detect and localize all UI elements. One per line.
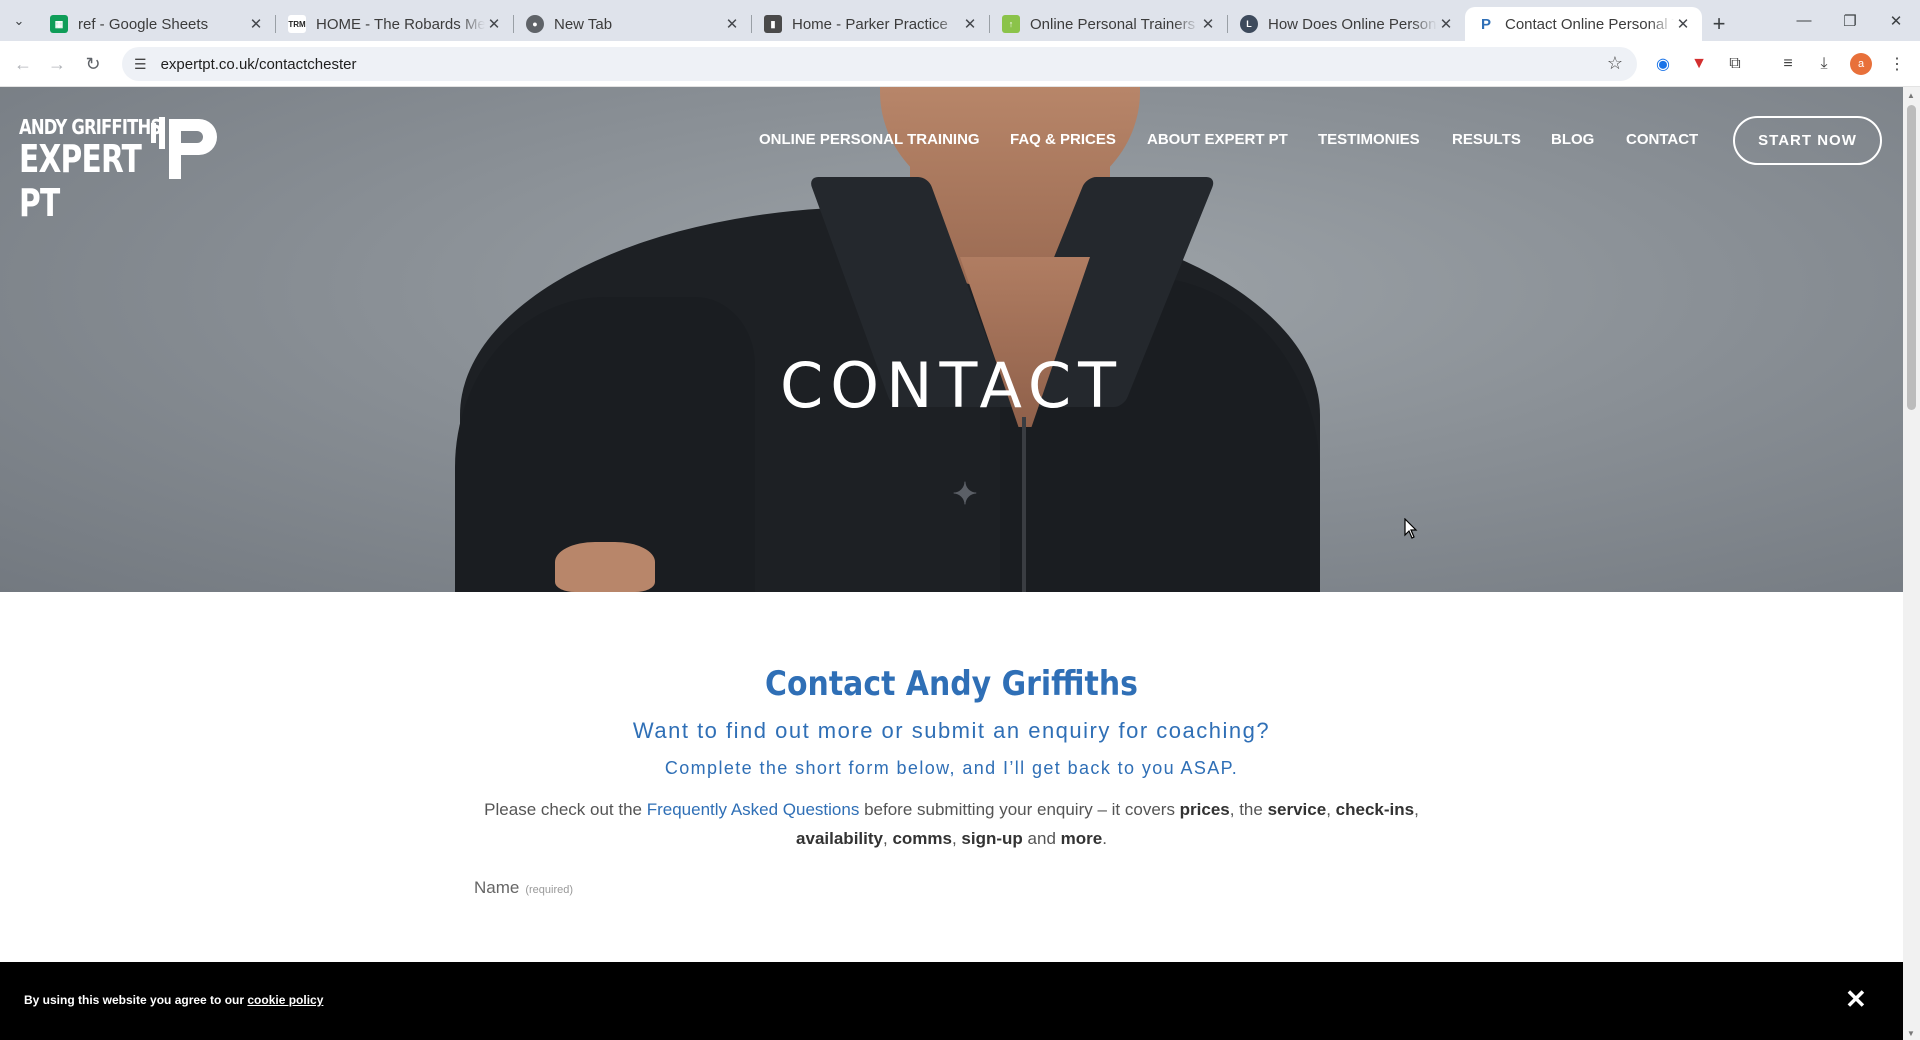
contact-subheading: Want to find out more or submit an enqui…: [632, 718, 1271, 743]
required-note: (required): [525, 884, 574, 896]
nav-testimonies[interactable]: TESTIMONIES: [1318, 131, 1420, 148]
hero-photo-zip: [1022, 417, 1026, 592]
fitness-icon: ↑: [1002, 15, 1020, 33]
tab-close-icon[interactable]: ✕: [1199, 15, 1217, 33]
nav-about-expert-pt[interactable]: ABOUT EXPERT PT: [1147, 131, 1288, 148]
media-control-icon[interactable]: ≡: [1777, 53, 1799, 75]
browser-tab-fitness[interactable]: ↑ Online Personal Trainers - Fitne ✕: [990, 7, 1227, 41]
forward-arrow-icon[interactable]: →: [42, 49, 72, 79]
name-field-label: Name (required): [474, 878, 573, 898]
body-text-segment: .: [1102, 829, 1107, 848]
cookie-close-icon[interactable]: ✕: [1845, 984, 1867, 1015]
hero-photo-hand: [555, 542, 655, 592]
cookie-message: By using this website you agree to our c…: [24, 993, 323, 1007]
tab-close-icon[interactable]: ✕: [1437, 15, 1455, 33]
tab-title: ref - Google Sheets: [78, 15, 209, 33]
body-text-segment: Please check out the: [484, 800, 647, 819]
minimize-icon[interactable]: —: [1781, 0, 1827, 41]
tab-close-icon[interactable]: ✕: [247, 15, 265, 33]
bookmark-star-icon[interactable]: ☆: [1607, 53, 1623, 74]
body-text-segment: before submitting your enquiry – it cove…: [859, 800, 1180, 819]
browser-tab-newtab[interactable]: ● New Tab ✕: [514, 7, 751, 41]
back-arrow-icon[interactable]: ←: [8, 49, 38, 79]
nav-contact[interactable]: CONTACT: [1626, 131, 1698, 148]
cookie-banner: By using this website you agree to our c…: [0, 962, 1903, 1040]
tab-title: How Does Online Personal Trai: [1268, 15, 1437, 33]
address-bar[interactable]: ☰ expertpt.co.uk/contactchester ☆: [122, 47, 1637, 81]
l-icon: L: [1240, 15, 1258, 33]
keyword-more: more: [1060, 829, 1103, 848]
trm-icon: TRM: [288, 15, 306, 33]
parker-icon: ▮: [764, 15, 782, 33]
cookie-message-text: By using this website you agree to our: [24, 993, 248, 1007]
hero-banner: ✦ ANDY GRIFFITHS EXPERT PT ONLINE PERSON…: [0, 87, 1903, 592]
name-label-text: Name: [474, 878, 520, 897]
site-logo[interactable]: ANDY GRIFFITHS EXPERT PT: [19, 109, 225, 225]
tab-close-icon[interactable]: ✕: [485, 15, 503, 33]
keyword-sign-up: sign-up: [961, 829, 1023, 848]
keyword-prices: prices: [1179, 800, 1230, 819]
tab-title: HOME - The Robards Method: [316, 15, 485, 33]
cookie-policy-link[interactable]: cookie policy: [247, 993, 323, 1007]
keyword-availability: availability: [796, 829, 883, 848]
download-icon[interactable]: ⤓: [1813, 53, 1835, 75]
web-page: ✦ ANDY GRIFFITHS EXPERT PT ONLINE PERSON…: [0, 87, 1903, 1040]
extension-globe-icon[interactable]: ◉: [1652, 53, 1674, 75]
browser-tab-howdoes[interactable]: L How Does Online Personal Trai ✕: [1228, 7, 1465, 41]
logo-dumbbell-mark-icon: [151, 117, 217, 179]
nav-blog[interactable]: BLOG: [1551, 131, 1594, 148]
browser-tab-contact-active[interactable]: P Contact Online Personal Traine ✕: [1465, 7, 1702, 41]
mouse-cursor-icon: [1404, 518, 1418, 539]
menu-kebab-icon[interactable]: ⋮: [1886, 53, 1908, 75]
body-text-segment: , the: [1229, 800, 1268, 819]
nav-results[interactable]: RESULTS: [1452, 131, 1521, 148]
start-now-button[interactable]: START NOW: [1733, 116, 1882, 165]
browser-tab-robards[interactable]: TRM HOME - The Robards Method ✕: [276, 7, 513, 41]
shield-extension-icon[interactable]: ▼: [1688, 53, 1710, 75]
tab-close-icon[interactable]: ✕: [723, 15, 741, 33]
new-tab-plus-icon[interactable]: +: [1702, 7, 1736, 41]
contact-heading: Contact Andy Griffiths: [765, 664, 1138, 704]
scroll-down-arrow-icon[interactable]: ▼: [1907, 1029, 1915, 1038]
body-text-segment: and: [1022, 829, 1061, 848]
tab-search-chevron-icon[interactable]: ⌄: [0, 0, 38, 41]
page-scrollbar[interactable]: ▲ ▼: [1903, 87, 1920, 1040]
contact-instruction: Complete the short form below, and I’ll …: [664, 758, 1239, 778]
body-text-segment: ,: [1326, 800, 1336, 819]
extensions-puzzle-icon[interactable]: ⧉: [1724, 53, 1746, 75]
keyword-check-ins: check-ins: [1335, 800, 1415, 819]
sheets-icon: ▦: [50, 15, 68, 33]
browser-tab-strip: ⌄ ▦ ref - Google Sheets ✕ TRM HOME - The…: [0, 0, 1920, 41]
tab-title: Home - Parker Practice: [792, 15, 948, 33]
reload-icon[interactable]: ↻: [78, 49, 108, 79]
contact-body-text: Please check out the Frequently Asked Qu…: [480, 795, 1423, 853]
p-icon: P: [1480, 15, 1491, 33]
hero-title: CONTACT: [779, 349, 1123, 422]
keyword-service: service: [1267, 800, 1327, 819]
chrome-icon: ●: [526, 15, 544, 33]
tab-close-icon[interactable]: ✕: [1674, 15, 1692, 33]
tab-title: Online Personal Trainers - Fitne: [1030, 15, 1199, 33]
scroll-up-arrow-icon[interactable]: ▲: [1907, 91, 1915, 100]
restore-icon[interactable]: ❐: [1827, 0, 1873, 41]
faq-link[interactable]: Frequently Asked Questions: [647, 800, 860, 819]
tab-close-icon[interactable]: ✕: [961, 15, 979, 33]
scrollbar-thumb[interactable]: [1907, 105, 1916, 410]
window-close-icon[interactable]: ✕: [1873, 0, 1919, 41]
tab-title: Contact Online Personal Traine: [1505, 15, 1674, 33]
browser-tab-parker[interactable]: ▮ Home - Parker Practice ✕: [752, 7, 989, 41]
nav-faq-prices[interactable]: FAQ & PRICES: [1010, 131, 1116, 148]
profile-avatar[interactable]: a: [1850, 53, 1872, 75]
tab-title: New Tab: [554, 15, 613, 33]
body-text-segment: ,: [951, 829, 962, 848]
keyword-comms: comms: [892, 829, 952, 848]
nav-online-personal-training[interactable]: ONLINE PERSONAL TRAINING: [759, 131, 980, 148]
site-info-icon[interactable]: ☰: [134, 56, 147, 73]
browser-tab-sheets[interactable]: ▦ ref - Google Sheets ✕: [38, 7, 275, 41]
logo-line-1: ANDY GRIFFITHS: [19, 115, 162, 139]
shirt-logo-icon: ✦: [952, 478, 978, 511]
browser-toolbar: ← → ↻ ☰ expertpt.co.uk/contactchester ☆ …: [0, 41, 1920, 87]
url-text: expertpt.co.uk/contactchester: [160, 55, 357, 73]
body-text-segment: ,: [1414, 800, 1419, 819]
